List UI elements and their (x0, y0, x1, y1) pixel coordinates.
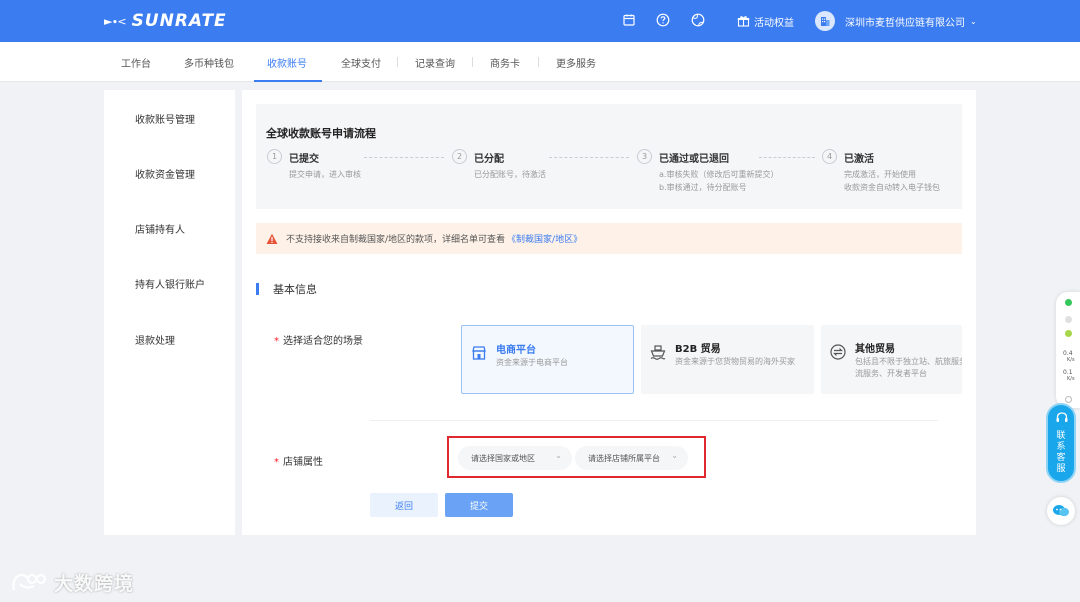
sidebar-item-account-management[interactable]: 收款账号管理 (135, 111, 195, 126)
cs-label-2: 系 (1056, 442, 1066, 452)
step-title: 已分配 (474, 154, 504, 165)
step-connector (759, 157, 815, 158)
notice-text: 不支持接收来自制裁国家/地区的款项，详细名单可查看 (286, 235, 506, 245)
step-desc: 完成激活，开始使用 收款资金自动转入电子钱包 (844, 170, 940, 192)
company-name: 深圳市麦哲供应链有限公司 (845, 17, 965, 29)
nav-separator (397, 57, 398, 67)
gift-icon (737, 16, 750, 27)
brand-logo[interactable]: ►∙< SUNRATE (104, 10, 227, 32)
back-button[interactable]: 返回 (370, 493, 438, 517)
nav-item-records[interactable]: 记录查询 (415, 55, 455, 70)
download-speed-unit: K/s (1067, 376, 1075, 382)
platform-select-placeholder: 请选择店铺所属平台 (588, 453, 660, 463)
scenario-label: * 选择适合您的场景 (274, 336, 363, 347)
nav-item-global-payment[interactable]: 全球支付 (341, 55, 381, 70)
step-number: 3 (637, 149, 652, 164)
nav-item-multi-currency-wallet[interactable]: 多币种钱包 (184, 55, 234, 70)
step-title: 已激活 (844, 154, 874, 165)
platform-select[interactable]: 请选择店铺所属平台 ⌄ (575, 446, 688, 470)
headset-icon (1056, 412, 1068, 422)
scenario-desc: 资金来源于电商平台 (496, 358, 568, 367)
sidebar-item-funds-management[interactable]: 收款资金管理 (135, 166, 195, 181)
step-desc: a.审核失败（修改后可重新提交） b.审核通过，待分配账号 (659, 170, 779, 192)
step-number: 2 (452, 149, 467, 164)
status-dot-gray (1065, 316, 1072, 323)
application-flow: 全球收款账号申请流程 1 已提交 提交申请，进入审核 2 已分配 已分配账号，待… (256, 104, 962, 209)
sidebar-item-refund[interactable]: 退款处理 (135, 332, 175, 347)
scenario-card-b2b[interactable]: B2B 贸易 资金来源于您货物贸易的海外买家 (641, 325, 814, 394)
section-title: 基本信息 (273, 283, 317, 296)
brand-mark: ►∙< (104, 14, 127, 28)
submit-button[interactable]: 提交 (445, 493, 513, 517)
sidebar-item-store-holder[interactable]: 店铺持有人 (135, 221, 185, 236)
company-switcher[interactable]: 深圳市麦哲供应链有限公司 ⌄ (815, 10, 977, 32)
main-nav: 工作台 多币种钱包 收款账号 全球支付 记录查询 商务卡 更多服务 (0, 42, 1080, 82)
country-select[interactable]: 请选择国家或地区 ⌄ (458, 446, 572, 470)
promo-label: 活动权益 (754, 17, 794, 29)
sidebar-item-holder-bank-account[interactable]: 持有人银行账户 (135, 276, 205, 291)
calendar-icon[interactable] (622, 13, 636, 27)
cs-label-4: 服 (1056, 464, 1066, 474)
scenario-title: 其他贸易 (855, 344, 895, 355)
sanctions-notice: 不支持接收来自制裁国家/地区的款项，详细名单可查看 《制裁国家/地区》 (256, 223, 962, 254)
download-speed: 0.1 (1063, 369, 1073, 376)
watermark-text: 大数跨境 (54, 572, 135, 595)
storefront-icon (472, 346, 486, 360)
sanctions-list-link[interactable]: 《制裁国家/地区》 (507, 232, 582, 245)
customer-service-button[interactable]: 联 系 客 服 (1046, 403, 1076, 483)
upload-speed-unit: K/s (1067, 357, 1075, 363)
chevron-down-icon: ⌄ (671, 451, 678, 460)
network-monitor-widget[interactable]: 0.4 K/s 0.1 K/s (1056, 292, 1080, 408)
upload-speed: 0.4 (1063, 350, 1073, 357)
sidebar: 收款账号管理 收款资金管理 店铺持有人 持有人银行账户 退款处理 (104, 90, 235, 535)
status-dot-green (1065, 299, 1072, 306)
scenario-desc: 资金来源于您货物贸易的海外买家 (675, 357, 795, 366)
step-desc: 已分配账号，待激活 (474, 170, 546, 179)
globe-icon[interactable] (691, 13, 705, 27)
nav-item-more-services[interactable]: 更多服务 (556, 55, 596, 70)
nav-separator (538, 57, 539, 67)
scenario-desc: 包括且不限于独立站、航旅服务、物流服务、开发者平台 (855, 357, 962, 378)
warning-icon (266, 233, 278, 244)
step-connector (364, 157, 444, 158)
cs-label-1: 联 (1056, 431, 1066, 441)
country-select-placeholder: 请选择国家或地区 (471, 453, 535, 463)
chat-icon (1053, 505, 1069, 517)
building-icon (815, 11, 835, 31)
form-divider (370, 420, 938, 421)
exchange-icon (830, 344, 846, 360)
nav-item-workbench[interactable]: 工作台 (121, 55, 151, 70)
section-accent (256, 283, 259, 295)
step-number: 1 (267, 149, 282, 164)
scenario-card-other[interactable]: 其他贸易 包括且不限于独立站、航旅服务、物流服务、开发者平台 (821, 325, 962, 394)
chat-button[interactable] (1047, 497, 1075, 525)
help-icon[interactable] (656, 13, 670, 27)
chevron-down-icon: ⌄ (970, 16, 977, 26)
nav-active-indicator (254, 80, 322, 82)
watermark: 大数跨境 (10, 568, 134, 596)
top-bar: ►∙< SUNRATE 活动权益 深圳市麦哲供应链有限公司 ⌄ (0, 0, 1080, 42)
brand-name: SUNRATE (131, 11, 227, 31)
step-title: 已提交 (289, 154, 319, 165)
nav-item-collection-accounts[interactable]: 收款账号 (267, 55, 307, 70)
scenario-title: B2B 贸易 (675, 344, 721, 355)
flow-title: 全球收款账号申请流程 (266, 127, 376, 140)
nav-separator (472, 57, 473, 67)
settings-dot-icon (1065, 396, 1072, 403)
cs-label-3: 客 (1056, 453, 1066, 463)
scenario-title: 电商平台 (496, 345, 536, 356)
step-title: 已通过或已退回 (659, 154, 729, 165)
promo-benefits-link[interactable]: 活动权益 (737, 13, 794, 29)
step-desc: 提交申请，进入审核 (289, 170, 361, 179)
chevron-down-icon: ⌄ (555, 451, 562, 460)
step-number: 4 (822, 149, 837, 164)
store-attribute-label: * 店铺属性 (274, 457, 323, 468)
status-dot-lime (1065, 330, 1072, 337)
ship-icon (650, 345, 666, 360)
scenario-card-ecommerce[interactable]: 电商平台 资金来源于电商平台 (461, 325, 634, 394)
watermark-logo-icon (12, 573, 46, 591)
main-content: 全球收款账号申请流程 1 已提交 提交申请，进入审核 2 已分配 已分配账号，待… (242, 90, 976, 535)
step-connector (549, 157, 629, 158)
nav-item-business-card[interactable]: 商务卡 (490, 55, 520, 70)
